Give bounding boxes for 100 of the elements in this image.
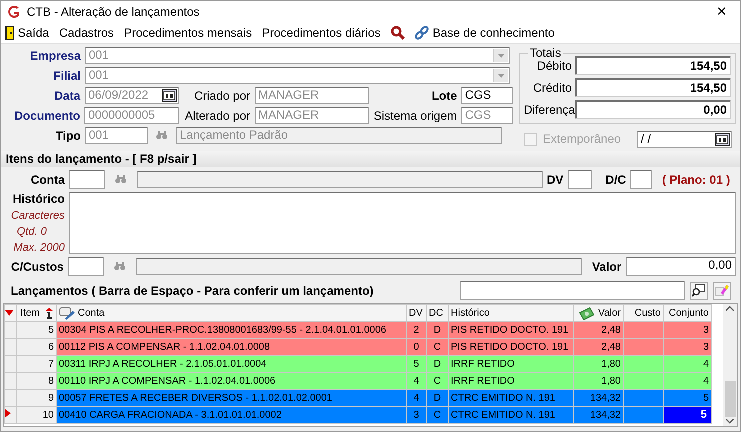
menu-item[interactable]: Base de conhecimento <box>414 26 555 40</box>
account-cell: 00112 PIS A COMPENSAR - 1.1.02.04.01.0008 <box>56 338 406 356</box>
total-field: 154,50 <box>575 56 731 75</box>
item-number: 8 <box>16 372 56 390</box>
text-field[interactable] <box>630 170 652 189</box>
binoculars-icon[interactable] <box>115 174 127 184</box>
item-number: 5 <box>16 322 56 338</box>
scroll-up-icon[interactable] <box>726 306 734 311</box>
close-button[interactable]: × <box>710 2 734 20</box>
text-area[interactable] <box>69 192 736 254</box>
column-header[interactable]: Item <box>16 304 56 322</box>
menu-item[interactable]: Procedimentos diários <box>262 26 381 40</box>
calendar-icon[interactable] <box>715 132 730 146</box>
dc-cell: C <box>426 406 448 424</box>
search-button[interactable] <box>690 282 708 300</box>
field-label: Crédito <box>532 80 572 94</box>
scroll-down-icon[interactable] <box>726 419 734 424</box>
scrollbar[interactable] <box>723 304 737 426</box>
hint-text: Qtd. 0 <box>17 226 47 239</box>
account-cell: 00304 PIS A RECOLHER-PROC.13808001683/99-55 - 2.1.04.01.01.0006 <box>56 322 406 338</box>
search-field[interactable] <box>460 281 685 300</box>
clear-button[interactable] <box>713 282 731 300</box>
group-cell: 3 <box>664 322 712 338</box>
account-cell: 00410 CARGA FRACIONADA - 3.1.01.01.01.0002 <box>56 406 406 424</box>
history-cell: PIS RETIDO DOCTO. 191 <box>448 322 574 338</box>
account-cell: 00057 FRETES A RECEBER DIVERSOS - 1.1.02.01.02.0001 <box>56 390 406 406</box>
hint-text: Max. 2000 <box>14 242 65 255</box>
search-icon[interactable] <box>390 26 405 40</box>
history-cell: CTRC EMITIDO N. 191 <box>448 406 574 424</box>
group-cell: 4 <box>664 356 712 372</box>
group-cell: 5 <box>664 406 712 424</box>
binoculars-icon[interactable] <box>114 260 126 270</box>
column-header[interactable]: DV <box>406 304 426 322</box>
value-cell: 1,80 <box>574 372 624 390</box>
app-logo-icon <box>7 4 21 18</box>
dc-cell: D <box>426 356 448 372</box>
total-field: 0,00 <box>575 100 731 119</box>
field-label: Empresa <box>29 48 81 62</box>
text-field[interactable] <box>69 170 105 189</box>
value-cell: 2,48 <box>574 338 624 356</box>
field-label: Sistema origem <box>372 108 458 122</box>
field-label: Alterado por <box>184 108 250 122</box>
pencil-icon <box>59 306 75 320</box>
field-label: Lote <box>430 88 458 102</box>
text-field[interactable] <box>568 170 592 189</box>
column-header[interactable]: Custo <box>624 304 664 322</box>
money-icon <box>579 306 596 320</box>
description-field: Lançamento Padrão <box>176 127 502 144</box>
column-header[interactable]: Histórico <box>448 304 574 322</box>
menu-item[interactable]: Cadastros <box>59 26 114 40</box>
group-title: Totais <box>528 46 564 60</box>
dc-cell: D <box>426 390 448 406</box>
field-label: Débito <box>536 58 572 72</box>
column-header[interactable]: Conta <box>56 304 406 322</box>
field-label: D/C <box>606 172 626 186</box>
account-cell: 00311 IRPJ A RECOLHER - 2.1.05.01.01.0004 <box>56 356 406 372</box>
field-label: Documento <box>13 108 80 122</box>
menu-item[interactable]: Saída <box>5 26 50 40</box>
value-cell: 1,80 <box>574 356 624 372</box>
value-cell: 134,32 <box>574 406 624 424</box>
caret-icon <box>498 74 504 78</box>
item-number: 10 <box>16 406 56 424</box>
history-cell: CTRC EMITIDO N. 191 <box>448 390 574 406</box>
text-field[interactable]: 0,00 <box>626 257 736 276</box>
group-cell: 5 <box>664 390 712 406</box>
window-title: CTB - Alteração de lançamentos <box>27 4 201 18</box>
plan-label: ( Plano: 01 ) <box>662 172 730 186</box>
scroll-thumb[interactable] <box>724 381 736 417</box>
binoculars-icon[interactable] <box>156 130 168 140</box>
dc-cell: C <box>426 372 448 390</box>
field-label: DV <box>547 172 564 186</box>
checkbox-label: Extemporâneo <box>543 132 622 146</box>
row-pointer-icon <box>6 409 11 418</box>
column-header[interactable]: Valor <box>574 304 624 322</box>
group-cell: 4 <box>664 372 712 390</box>
sort-icon <box>45 308 54 318</box>
menu-item[interactable]: Procedimentos mensais <box>124 26 252 40</box>
column-header[interactable]: Conjunto <box>664 304 712 322</box>
history-cell: PIS RETIDO DOCTO. 191 <box>448 338 574 356</box>
item-number: 6 <box>16 338 56 356</box>
item-number: 9 <box>16 390 56 406</box>
caret-icon <box>498 54 504 58</box>
field-label: C/Custos <box>10 260 64 274</box>
total-field: 154,50 <box>575 78 731 97</box>
field-label: Valor <box>592 260 622 274</box>
value-cell: 2,48 <box>574 322 624 338</box>
field-label: Histórico <box>12 192 65 206</box>
text-field[interactable] <box>68 257 104 276</box>
item-number: 7 <box>16 356 56 372</box>
history-cell: IRRF RETIDO <box>448 372 574 390</box>
eraser-icon <box>715 284 729 297</box>
dc-cell: C <box>426 338 448 356</box>
group-cell: 3 <box>664 338 712 356</box>
text-field[interactable]: CGS <box>461 87 513 104</box>
field-label: Conta <box>30 172 65 186</box>
caret-icon <box>6 310 14 316</box>
row-header[interactable] <box>4 406 16 424</box>
door-icon <box>5 26 14 40</box>
magnifier-icon <box>692 284 706 297</box>
column-header[interactable]: DC <box>426 304 448 322</box>
